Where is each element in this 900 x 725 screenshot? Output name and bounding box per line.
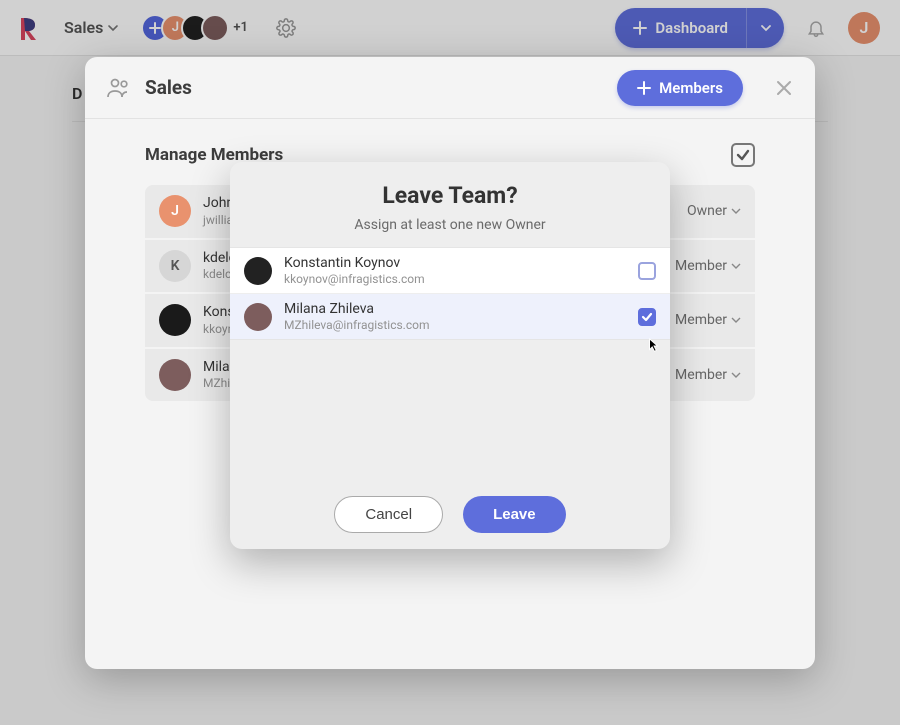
check-icon <box>641 311 653 323</box>
modal-title: Leave Team? <box>250 182 650 209</box>
candidate-email: MZhileva@infragistics.com <box>284 318 626 332</box>
owner-candidate-list: Konstantin Koynov kkoynov@infragistics.c… <box>230 247 670 340</box>
modal-subtitle: Assign at least one new Owner <box>250 217 650 233</box>
avatar <box>244 303 272 331</box>
candidate-checkbox[interactable] <box>638 308 656 326</box>
candidate-name: Milana Zhileva <box>284 301 626 318</box>
avatar <box>244 257 272 285</box>
leave-button[interactable]: Leave <box>463 496 566 533</box>
candidate-name: Konstantin Koynov <box>284 255 626 272</box>
leave-team-modal: Leave Team? Assign at least one new Owne… <box>230 162 670 549</box>
owner-candidate-row[interactable]: Milana Zhileva MZhileva@infragistics.com <box>230 294 670 339</box>
candidate-checkbox[interactable] <box>638 262 656 280</box>
candidate-email: kkoynov@infragistics.com <box>284 272 626 286</box>
cancel-button[interactable]: Cancel <box>334 496 443 533</box>
owner-candidate-row[interactable]: Konstantin Koynov kkoynov@infragistics.c… <box>230 248 670 294</box>
confirm-modal-overlay: Leave Team? Assign at least one new Owne… <box>0 0 900 725</box>
